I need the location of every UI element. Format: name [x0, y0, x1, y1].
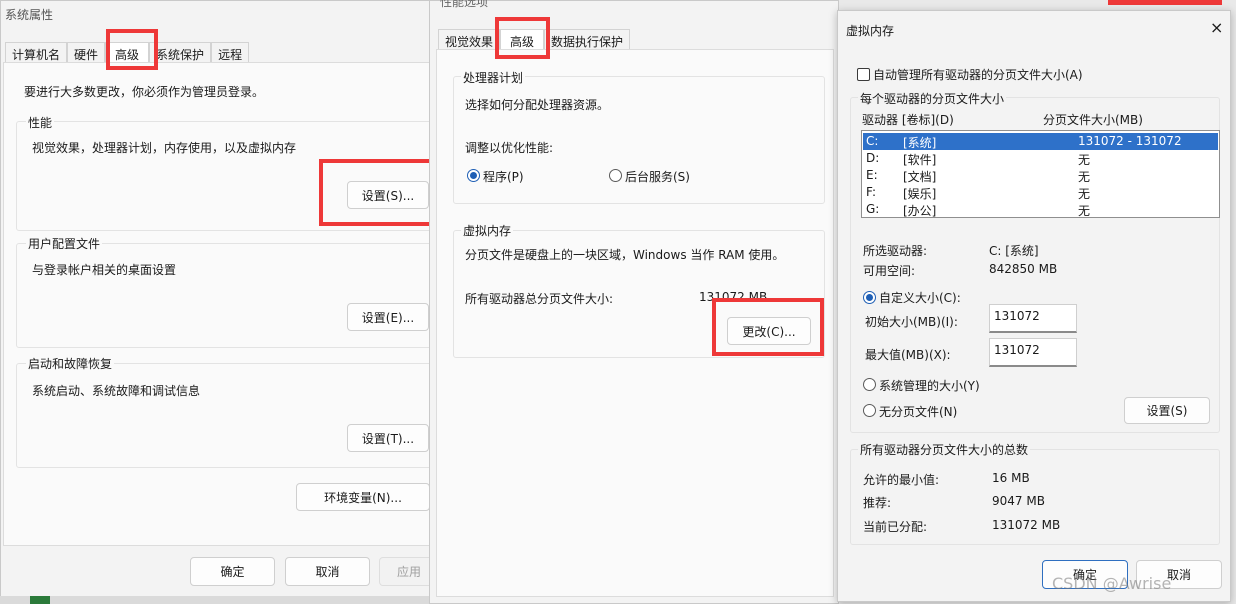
drive-size: 无 [1078, 170, 1091, 184]
drive-size: 无 [1078, 204, 1091, 218]
adjust-label: 调整以优化性能: [465, 141, 554, 155]
user-profiles-group [16, 243, 446, 348]
user-profiles-desc: 与登录帐户相关的桌面设置 [32, 263, 177, 277]
drive-label: [娱乐] [903, 187, 937, 201]
no-paging-radio[interactable] [863, 404, 876, 417]
max-size-label: 最大值(MB)(X): [865, 348, 951, 362]
current-value: 131072 MB [992, 518, 1061, 532]
custom-size-radio[interactable] [863, 291, 876, 304]
recommended-value: 9047 MB [992, 494, 1045, 508]
performance-desc: 视觉效果，处理器计划，内存使用，以及虚拟内存 [32, 141, 297, 155]
change-button[interactable]: 更改(C)... [727, 317, 811, 345]
max-size-input[interactable]: 131072 [989, 338, 1077, 367]
recommended-label: 推荐: [863, 496, 892, 510]
programs-radio[interactable] [467, 169, 480, 182]
user-profiles-title: 用户配置文件 [26, 235, 103, 252]
drive-label: [系统] [903, 136, 937, 150]
performance-title: 性能 [26, 114, 55, 131]
selected-drive-label: 所选驱动器: [863, 244, 928, 258]
drive-label: [软件] [903, 153, 937, 167]
drive-row[interactable]: D: [软件] 无 [863, 150, 1218, 167]
drive-letter: C: [866, 134, 879, 148]
drive-list[interactable]: C: [系统] 131072 - 131072 D: [软件] 无 E: [文档… [861, 130, 1220, 218]
close-icon[interactable]: × [1210, 18, 1223, 37]
system-properties-window: 系统属性 计算机名 硬件 高级 系统保护 远程 要进行大多数更改，你必须作为管理… [0, 0, 446, 604]
custom-size-label[interactable]: 自定义大小(C): [879, 289, 961, 306]
startup-recovery-settings-button[interactable]: 设置(T)... [347, 424, 429, 452]
drive-row[interactable]: G: [办公] 无 [863, 201, 1218, 218]
system-managed-radio[interactable] [863, 378, 876, 391]
virtual-memory-desc: 分页文件是硬盘上的一块区域，Windows 当作 RAM 使用。 [465, 248, 785, 262]
free-space-label: 可用空间: [863, 264, 916, 278]
drive-letter: G: [866, 202, 880, 216]
processor-desc: 选择如何分配处理器资源。 [465, 98, 610, 112]
performance-settings-button[interactable]: 设置(S)... [347, 181, 429, 209]
total-paging-label: 所有驱动器总分页文件大小: [465, 292, 614, 306]
taskbar-accent [30, 596, 50, 604]
totals-title: 所有驱动器分页文件大小的总数 [858, 441, 1031, 458]
auto-manage-checkbox[interactable] [857, 68, 870, 81]
drive-label: [办公] [903, 204, 937, 218]
drive-size: 无 [1078, 187, 1091, 201]
virtual-memory-window: 虚拟内存 × 自动管理所有驱动器的分页文件大小(A) 每个驱动器的分页文件大小 … [837, 10, 1231, 602]
ok-button[interactable]: 确定 [190, 557, 275, 586]
advanced-panel: 处理器计划 选择如何分配处理器资源。 调整以优化性能: 程序(P) 后台服务(S… [436, 49, 834, 597]
window-title: 性能选项 [440, 0, 489, 9]
free-space-value: 842850 MB [989, 262, 1058, 276]
background-services-radio[interactable] [609, 169, 622, 182]
virtual-memory-title: 虚拟内存 [461, 222, 514, 239]
advanced-panel: 要进行大多数更改，你必须作为管理员登录。 性能 视觉效果，处理器计划，内存使用，… [3, 62, 446, 546]
programs-label[interactable]: 程序(P) [483, 168, 524, 185]
initial-size-label: 初始大小(MB)(I): [865, 315, 958, 329]
taskbar-strip [0, 596, 432, 604]
min-value: 16 MB [992, 471, 1030, 485]
initial-size-input[interactable]: 131072 [989, 304, 1077, 333]
performance-group [16, 121, 446, 231]
col-drive-header: 驱动器 [卷标](D) [862, 113, 954, 127]
startup-recovery-title: 启动和故障恢复 [26, 355, 115, 372]
performance-options-window: 性能选项 视觉效果 高级 数据执行保护 处理器计划 选择如何分配处理器资源。 调… [429, 0, 839, 604]
system-managed-label[interactable]: 系统管理的大小(Y) [879, 377, 980, 394]
highlight-fragment-top [1108, 0, 1222, 5]
set-button[interactable]: 设置(S) [1124, 397, 1210, 424]
cancel-button[interactable]: 取消 [285, 557, 370, 586]
startup-recovery-desc: 系统启动、系统故障和调试信息 [32, 384, 201, 398]
admin-note: 要进行大多数更改，你必须作为管理员登录。 [24, 85, 265, 99]
no-paging-label[interactable]: 无分页文件(N) [879, 403, 957, 420]
drive-size: 无 [1078, 153, 1091, 167]
drive-letter: F: [866, 185, 877, 199]
drive-letter: E: [866, 168, 878, 182]
col-size-header: 分页文件大小(MB) [1043, 113, 1143, 127]
processor-scheduling-title: 处理器计划 [461, 69, 526, 86]
watermark: CSDN @Awrise [1052, 574, 1172, 593]
environment-variables-button[interactable]: 环境变量(N)... [296, 483, 430, 511]
user-profiles-settings-button[interactable]: 设置(E)... [347, 303, 429, 331]
current-label: 当前已分配: [863, 520, 928, 534]
per-drive-title: 每个驱动器的分页文件大小 [858, 90, 1007, 107]
drive-label: [文档] [903, 170, 937, 184]
background-services-label[interactable]: 后台服务(S) [625, 168, 690, 185]
startup-recovery-group [16, 363, 446, 468]
drive-letter: D: [866, 151, 880, 165]
selected-drive-value: C: [系统] [989, 244, 1039, 258]
total-paging-value: 131072 MB [699, 290, 768, 304]
drive-row[interactable]: C: [系统] 131072 - 131072 [863, 133, 1218, 150]
window-title: 系统属性 [5, 8, 54, 22]
drive-size: 131072 - 131072 [1078, 134, 1182, 148]
window-title: 虚拟内存 [846, 24, 895, 38]
drive-row[interactable]: E: [文档] 无 [863, 167, 1218, 184]
min-label: 允许的最小值: [863, 473, 940, 487]
drive-row[interactable]: F: [娱乐] 无 [863, 184, 1218, 201]
auto-manage-label[interactable]: 自动管理所有驱动器的分页文件大小(A) [873, 66, 1083, 83]
